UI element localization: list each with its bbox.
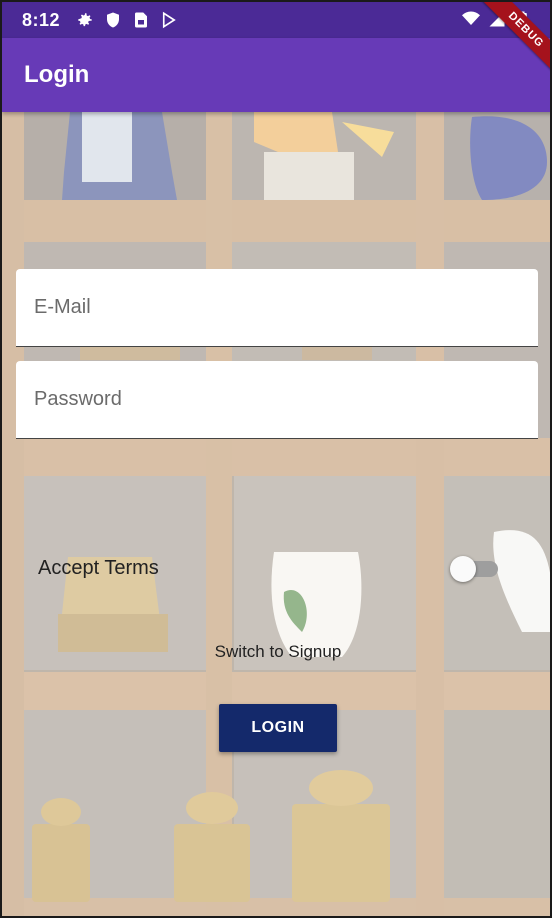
page-title: Login bbox=[24, 61, 90, 88]
password-field[interactable] bbox=[16, 361, 538, 439]
background-overlay bbox=[2, 112, 550, 916]
status-time: 8:12 bbox=[22, 9, 61, 30]
phone-screen: 8:12 Login DEBUG E-Mail Accept Terms Swi… bbox=[0, 0, 552, 918]
sim-card-icon bbox=[132, 11, 150, 29]
accept-terms-label: Accept Terms bbox=[38, 557, 159, 579]
settings-icon bbox=[76, 11, 94, 29]
accept-terms-switch[interactable] bbox=[450, 556, 502, 582]
wifi-icon bbox=[462, 10, 480, 28]
email-field[interactable] bbox=[16, 269, 538, 347]
app-bar: Login bbox=[2, 38, 550, 112]
status-bar: 8:12 bbox=[2, 2, 550, 38]
switch-to-signup-button[interactable]: Switch to Signup bbox=[192, 636, 364, 668]
switch-thumb bbox=[450, 556, 476, 582]
password-input[interactable] bbox=[34, 361, 538, 438]
login-button[interactable]: LOGIN bbox=[219, 704, 337, 752]
email-input[interactable] bbox=[34, 269, 538, 346]
shield-icon bbox=[104, 11, 122, 29]
notification-icons bbox=[76, 11, 178, 29]
play-store-icon bbox=[160, 11, 178, 29]
